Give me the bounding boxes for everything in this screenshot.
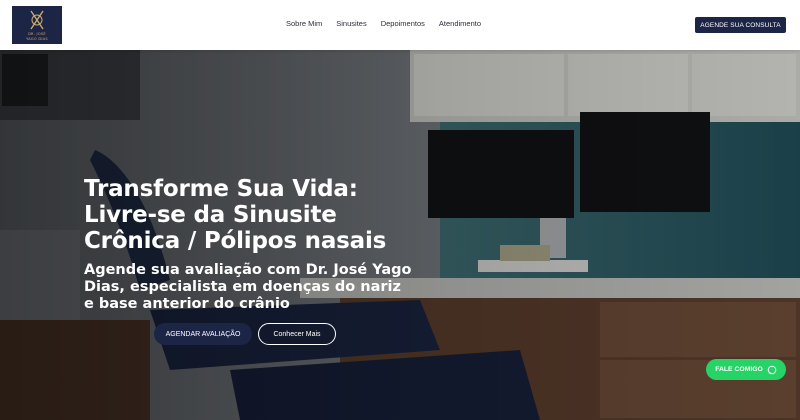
logo-monogram-icon bbox=[30, 10, 44, 30]
nav-item-atendimento[interactable]: Atendimento bbox=[439, 19, 481, 28]
nav-item-sinusites[interactable]: Sinusites bbox=[336, 19, 366, 28]
hero-section: Transforme Sua Vida: Livre-se da Sinusit… bbox=[0, 50, 800, 420]
logo-text-line2: YAGO DIAS bbox=[26, 37, 48, 41]
header-cta-button[interactable]: AGENDE SUA CONSULTA bbox=[695, 17, 786, 33]
schedule-evaluation-button[interactable]: AGENDAR AVALIAÇÃO bbox=[154, 323, 252, 345]
whatsapp-contact-button[interactable]: FALE COMIGO bbox=[706, 359, 786, 380]
site-header: DR. JOSÉ YAGO DIAS Sobre Mim Sinusites D… bbox=[0, 0, 800, 50]
logo-text-line1: DR. JOSÉ bbox=[28, 32, 46, 36]
learn-more-button[interactable]: Conhecer Mais bbox=[258, 323, 336, 345]
whatsapp-icon bbox=[767, 365, 777, 374]
whatsapp-button-label: FALE COMIGO bbox=[715, 366, 763, 373]
hero-subtitle: Agende sua avaliação com Dr. José Yago D… bbox=[84, 262, 412, 312]
nav-item-depoimentos[interactable]: Depoimentos bbox=[381, 19, 425, 28]
hero-title: Transforme Sua Vida: Livre-se da Sinusit… bbox=[84, 176, 387, 254]
logo[interactable]: DR. JOSÉ YAGO DIAS bbox=[12, 6, 62, 44]
nav-item-sobre-mim[interactable]: Sobre Mim bbox=[286, 19, 322, 28]
main-nav: Sobre Mim Sinusites Depoimentos Atendime… bbox=[286, 19, 481, 28]
